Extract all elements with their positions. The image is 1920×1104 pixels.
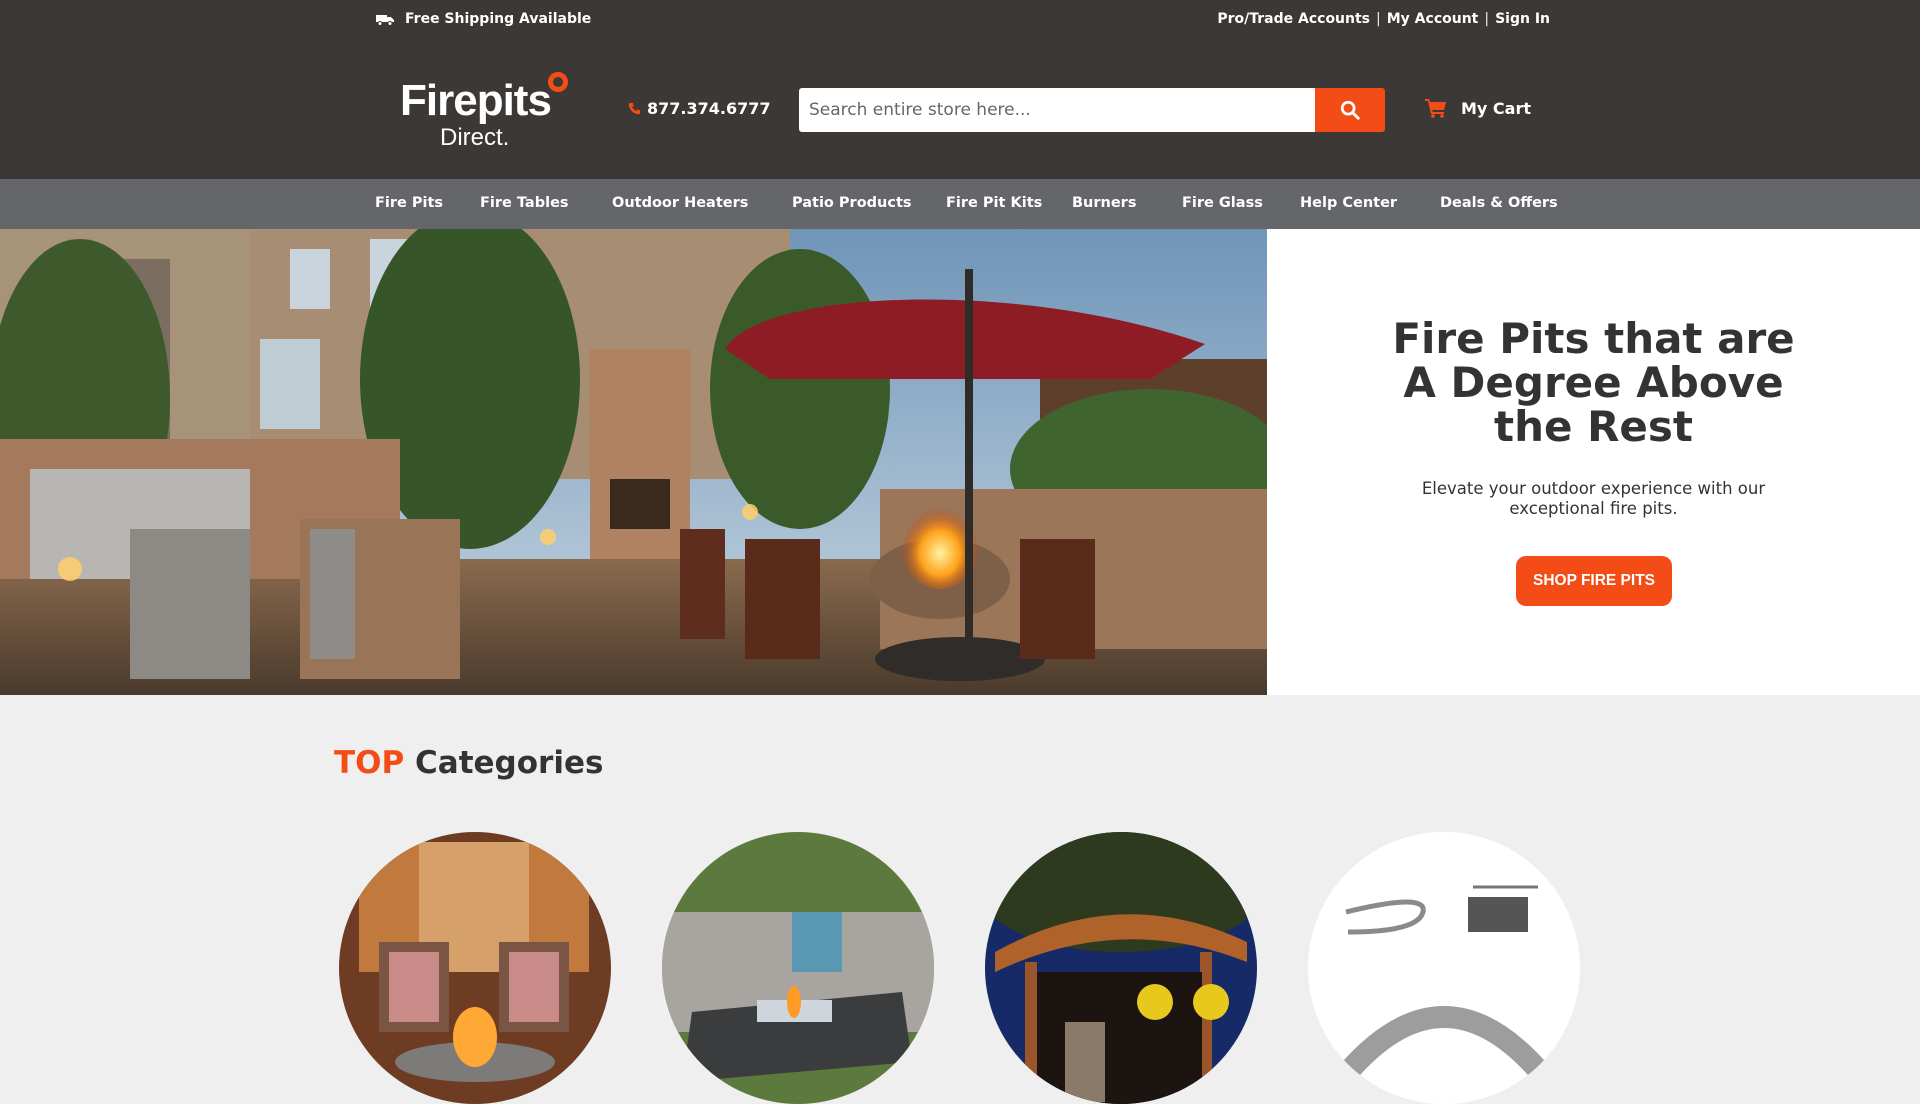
hero-subtitle: Elevate your outdoor experience with our… <box>1421 479 1766 518</box>
my-cart-label: My Cart <box>1461 98 1531 118</box>
logo-ring-icon <box>548 72 568 92</box>
category-patio-products[interactable] <box>985 832 1257 1104</box>
search-button[interactable] <box>1315 88 1385 132</box>
nav-item-help-center[interactable]: Help Center <box>1300 195 1397 211</box>
hero-promo-panel: Fire Pits that are A Degree Above the Re… <box>1267 229 1920 695</box>
hero-title: Fire Pits that are A Degree Above the Re… <box>1392 314 1795 451</box>
nav-item-patio-products[interactable]: Patio Products <box>792 195 912 211</box>
nav-item-outdoor-heaters[interactable]: Outdoor Heaters <box>612 195 748 211</box>
phone-icon <box>628 102 641 115</box>
nav-item-fire-tables[interactable]: Fire Tables <box>480 195 569 211</box>
fire-tables-category-image <box>662 832 934 1104</box>
category-fire-pit-kits[interactable] <box>1308 832 1580 1104</box>
pro-trade-accounts-link[interactable]: Pro/Trade Accounts <box>1217 11 1370 27</box>
hero-illustration <box>0 229 1267 695</box>
nav-item-fire-pits[interactable]: Fire Pits <box>375 195 443 211</box>
site-logo[interactable]: Firepits Direct. <box>400 70 570 155</box>
my-account-link[interactable]: My Account <box>1387 11 1479 27</box>
nav-item-fire-glass[interactable]: Fire Glass <box>1182 195 1263 211</box>
separator: | <box>1484 11 1490 27</box>
free-shipping-text: Free Shipping Available <box>405 11 592 27</box>
account-links: Pro/Trade Accounts | My Account | Sign I… <box>1217 11 1550 27</box>
search-bar <box>799 88 1385 132</box>
fire-pit-kits-category-image <box>1308 832 1580 1104</box>
nav-item-deals-offers[interactable]: Deals & Offers <box>1440 195 1558 211</box>
phone-text: 877.374.6777 <box>647 99 771 118</box>
nav-item-burners[interactable]: Burners <box>1072 195 1136 211</box>
search-icon <box>1340 100 1360 120</box>
hero-backyard-image <box>0 229 1267 695</box>
logo-text-direct: Direct. <box>440 124 510 151</box>
heading-rest: Categories <box>415 745 604 781</box>
heading-accent: TOP <box>334 745 405 781</box>
search-input[interactable] <box>799 88 1315 132</box>
category-fire-tables[interactable] <box>662 832 934 1104</box>
top-header: Free Shipping Available Pro/Trade Accoun… <box>0 0 1920 179</box>
category-fire-pits[interactable] <box>339 832 611 1104</box>
shop-fire-pits-button[interactable]: SHOP FIRE PITS <box>1516 556 1672 606</box>
logo-text-firepits: Firepits <box>400 76 552 125</box>
phone-number[interactable]: 877.374.6777 <box>628 99 770 118</box>
truck-icon <box>376 15 394 26</box>
cart-icon <box>1425 99 1446 118</box>
my-cart-button[interactable]: My Cart <box>1425 98 1531 118</box>
nav-item-fire-pit-kits[interactable]: Fire Pit Kits <box>946 195 1042 211</box>
patio-products-category-image <box>985 832 1257 1104</box>
free-shipping-notice: Free Shipping Available <box>375 11 591 27</box>
sign-in-link[interactable]: Sign In <box>1495 11 1550 27</box>
main-navigation: Fire Pits Fire Tables Outdoor Heaters Pa… <box>0 179 1920 229</box>
separator: | <box>1376 11 1381 27</box>
fire-pits-category-image <box>339 832 611 1104</box>
top-categories-heading: TOP Categories <box>334 745 603 781</box>
